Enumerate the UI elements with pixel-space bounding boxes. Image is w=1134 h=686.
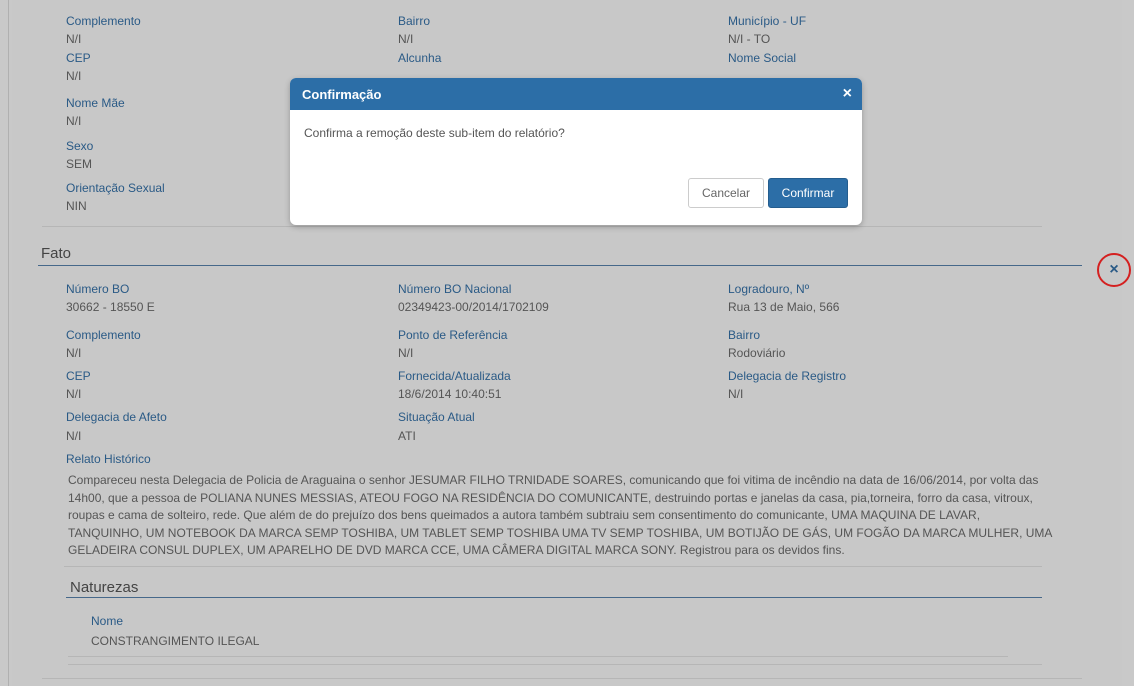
cancel-button[interactable]: Cancelar [688,178,764,208]
complemento-label: Complemento [66,14,141,28]
sexo-value: SEM [66,157,93,171]
ponto-referencia-value: N/I [398,346,414,360]
fornecida-value: 18/6/2014 10:40:51 [398,387,502,401]
modal-message: Confirma a remoção deste sub-item do rel… [304,126,565,140]
modal-title: Confirmação [302,86,382,102]
modal-header: Confirmação × [290,78,862,110]
municipio-value: N/I - TO [728,32,771,46]
cep-value: N/I [66,69,82,83]
remove-subitem-close-icon[interactable]: × [1097,253,1131,287]
numero-bo-value: 30662 - 18550 E [66,300,155,314]
divider [68,664,1042,665]
section-underline [38,265,1082,266]
fato-cep-label: CEP [66,369,91,383]
fato-cep-value: N/I [66,387,82,401]
nome-mae-label: Nome Mãe [66,96,125,110]
fato-bairro-label: Bairro [728,328,761,342]
logradouro-value: Rua 13 de Maio, 566 [728,300,840,314]
numero-bo-label: Número BO [66,282,130,296]
relato-label: Relato Histórico [66,452,151,466]
numero-bo-nacional-value: 02349423-00/2014/1702109 [398,300,549,314]
nome-mae-value: N/I [66,114,82,128]
modal-close-icon[interactable]: × [843,85,852,103]
divider [42,226,1042,227]
delegacia-registro-label: Delegacia de Registro [728,369,847,383]
fato-bairro-value: Rodoviário [728,346,786,360]
municipio-label: Município - UF [728,14,807,28]
confirm-button[interactable]: Confirmar [768,178,848,208]
delegacia-registro-value: N/I [728,387,744,401]
natureza-nome-value: CONSTRANGIMENTO ILEGAL [91,634,260,648]
natureza-nome-label: Nome [91,614,124,628]
complemento-value: N/I [66,32,82,46]
divider [68,656,1008,657]
fato-complemento-value: N/I [66,346,82,360]
section-underline [66,597,1042,598]
situacao-value: ATI [398,429,416,443]
bairro-label: Bairro [398,14,431,28]
nome-social-label: Nome Social [728,51,797,65]
delegacia-afeto-label: Delegacia de Afeto [66,410,167,424]
logradouro-label: Logradouro, Nº [728,282,810,296]
fornecida-label: Fornecida/Atualizada [398,369,511,383]
cep-label: CEP [66,51,91,65]
ponto-referencia-label: Ponto de Referência [398,328,508,342]
numero-bo-nacional-label: Número BO Nacional [398,282,512,296]
section-title-fato: Fato [41,245,72,262]
section-title-naturezas: Naturezas [70,579,139,596]
bairro-value: N/I [398,32,414,46]
divider [42,678,1082,679]
fato-complemento-label: Complemento [66,328,141,342]
alcunha-label: Alcunha [398,51,442,65]
orientacao-label: Orientação Sexual [66,181,165,195]
orientacao-value: NIN [66,199,87,213]
divider [64,566,1042,567]
confirmation-modal: Confirmação × Confirma a remoção deste s… [290,78,862,225]
delegacia-afeto-value: N/I [66,429,82,443]
relato-text: Compareceu nesta Delegacia de Policia de… [68,473,1052,557]
sexo-label: Sexo [66,139,94,153]
situacao-label: Situação Atual [398,410,475,424]
